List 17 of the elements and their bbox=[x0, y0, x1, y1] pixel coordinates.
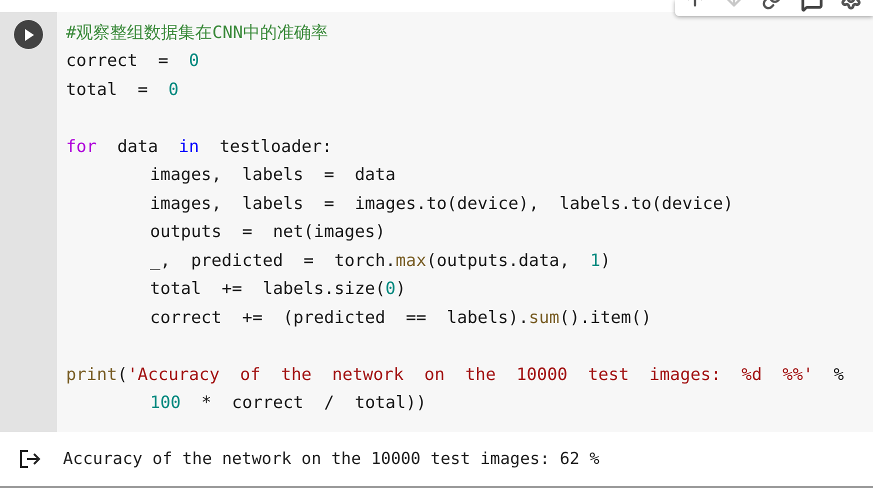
output-text: Accuracy of the network on the 10000 test images: 62 % bbox=[63, 448, 600, 470]
code-line: correct += (predicted == labels).sum().item() bbox=[150, 306, 652, 330]
code-line: images, labels = data bbox=[150, 164, 396, 187]
run-button[interactable] bbox=[14, 20, 43, 49]
play-icon bbox=[24, 28, 34, 40]
code-line: 100 * correct / total)) bbox=[150, 392, 426, 415]
code-editor[interactable] bbox=[57, 12, 873, 432]
code-line: for data in testloader: bbox=[66, 136, 332, 158]
code-line: images, labels = images.to(device), labels.to(device) bbox=[150, 192, 734, 216]
code-line: correct = 0 bbox=[66, 50, 200, 73]
code-line: total = 0 bbox=[66, 78, 179, 102]
code-line: total += labels.size(0) bbox=[150, 278, 406, 301]
code-line: print('Accuracy of the network on the 10000 test images: %d %%' % bbox=[66, 364, 844, 386]
code-line: outputs = net(images) bbox=[150, 221, 386, 244]
code-line: _, predicted = torch.max(outputs.data, 1) bbox=[150, 250, 611, 272]
output-icon[interactable] bbox=[19, 449, 41, 469]
code-line: #观察整组数据集在CNN中的准确率 bbox=[66, 22, 328, 44]
